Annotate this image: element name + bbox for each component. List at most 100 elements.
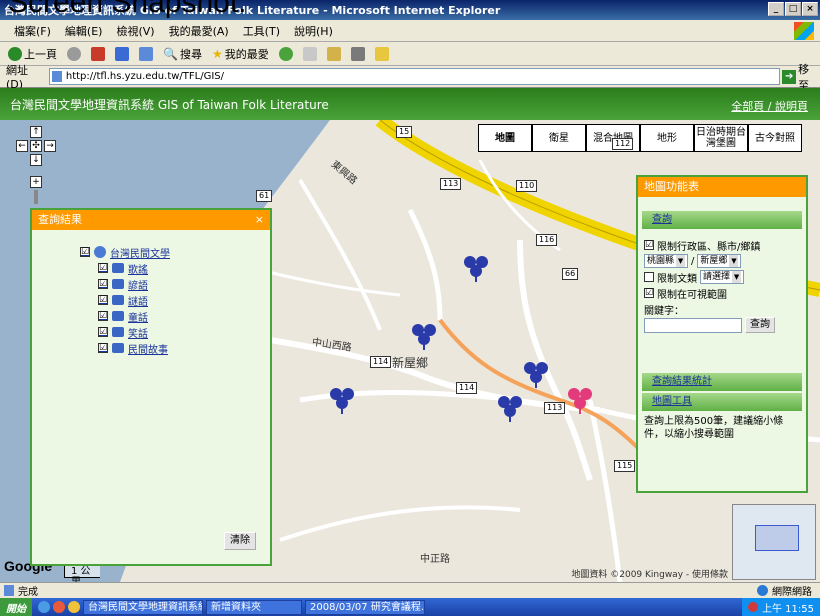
media-icon[interactable] [278, 46, 293, 61]
search-button[interactable]: 🔍 搜尋 [163, 46, 202, 62]
clear-button[interactable]: 清除 [224, 532, 256, 550]
tree-item-label[interactable]: 諺語 [128, 277, 148, 292]
clover-marker-2[interactable] [412, 324, 436, 350]
chevron-down-icon: ▼ [729, 255, 739, 267]
tray-icon[interactable] [748, 602, 758, 612]
zoom-slider[interactable] [34, 190, 38, 204]
road-shield-114b: 114 [456, 382, 478, 394]
print-icon[interactable] [350, 46, 365, 61]
overview-minimap[interactable] [732, 504, 816, 580]
minimap-viewport[interactable] [755, 525, 799, 551]
minimize-button[interactable]: _ [768, 2, 784, 16]
mail-icon[interactable] [326, 46, 341, 61]
pan-right-button[interactable]: → [44, 140, 56, 152]
site-links[interactable]: 全部頁 / 說明頁 [731, 98, 808, 114]
folder-icon[interactable] [374, 46, 389, 61]
clover-marker-4[interactable] [524, 362, 548, 388]
clover-marker-3[interactable] [330, 388, 354, 414]
tree-item-fairytale[interactable]: ☑ 童話 [98, 308, 170, 324]
start-button[interactable]: 開始 [0, 598, 32, 616]
limit-genre-checkbox[interactable] [644, 272, 654, 282]
chevron-down-icon: ▼ [732, 271, 742, 283]
tree-item-label[interactable]: 歌謠 [128, 261, 148, 276]
road-shield-114: 114 [370, 356, 392, 368]
tree-item-proverb[interactable]: ☑ 諺語 [98, 276, 170, 292]
clover-marker-1[interactable] [464, 256, 488, 282]
limit-region-label: 限制行政區、縣市/鄉鎮 [657, 241, 761, 253]
menu-favorites[interactable]: 我的最愛(A) [169, 23, 229, 39]
refresh-icon[interactable] [115, 46, 129, 61]
road-shield-61: 61 [256, 190, 273, 202]
task-folder[interactable]: 新增資料夾 [206, 599, 302, 615]
favorites-button[interactable]: ★ 我的最愛 [212, 46, 269, 62]
item-checkbox[interactable]: ☑ [98, 311, 108, 321]
township-select[interactable]: 新屋鄉 ▼ [697, 254, 742, 268]
menu-view[interactable]: 檢視(V) [116, 23, 154, 39]
history-icon[interactable] [302, 46, 317, 61]
forward-arrow-icon[interactable] [67, 46, 81, 61]
status-text: 完成 [18, 587, 38, 598]
stop-icon[interactable] [91, 46, 105, 61]
keyword-input[interactable] [644, 317, 742, 333]
county-select[interactable]: 桃園縣 ▼ [644, 254, 689, 268]
item-checkbox[interactable]: ☑ [98, 263, 108, 273]
item-checkbox[interactable]: ☑ [98, 279, 108, 289]
result-panel-close-button[interactable]: × [255, 210, 264, 230]
root-checkbox[interactable]: ☑ [80, 247, 90, 257]
go-arrow-icon: ➔ [782, 69, 797, 84]
map-type-map[interactable]: 地圖 [478, 124, 532, 152]
pan-left-button[interactable]: ← [16, 140, 28, 152]
map-type-terrain[interactable]: 地形 [640, 124, 694, 152]
zoom-in-button[interactable]: + [30, 176, 42, 188]
menu-tools[interactable]: 工具(T) [243, 23, 280, 39]
quicklaunch-ie-icon[interactable] [38, 601, 50, 613]
category-icon [112, 279, 124, 289]
pan-center-button[interactable]: ✣ [30, 140, 42, 152]
close-button[interactable]: × [802, 2, 818, 16]
back-button[interactable]: 上一頁 [8, 46, 57, 62]
pan-down-button[interactable]: ↓ [30, 154, 42, 166]
road-shield-15: 15 [396, 126, 413, 138]
tree-item-label[interactable]: 民間故事 [128, 341, 168, 356]
menu-help[interactable]: 說明(H) [294, 23, 333, 39]
map-type-japanese-era[interactable]: 日治時期台灣堡圖 [694, 124, 748, 152]
item-checkbox[interactable]: ☑ [98, 327, 108, 337]
task-browser[interactable]: 台灣民間文學地理資訊系統 [83, 599, 203, 615]
home-icon[interactable] [139, 46, 153, 61]
menu-edit[interactable]: 編輯(E) [65, 23, 103, 39]
road-shield-110: 110 [516, 180, 538, 192]
tools-section-header[interactable]: 地圖工具 [642, 393, 802, 411]
maximize-button[interactable]: □ [785, 2, 801, 16]
item-checkbox[interactable]: ☑ [98, 343, 108, 353]
result-panel-header: 查詢結果 × [32, 210, 270, 230]
stats-section-header[interactable]: 查詢結果統計 [642, 373, 802, 391]
limit-region-checkbox[interactable]: ☑ [644, 240, 654, 250]
tree-root[interactable]: ☑ 台灣民間文學 [80, 244, 170, 260]
tree-item-ballad[interactable]: ☑ 歌謠 [98, 260, 170, 276]
tree-item-label[interactable]: 童話 [128, 309, 148, 324]
quicklaunch-folder-icon[interactable] [68, 601, 80, 613]
tree-item-riddle[interactable]: ☑ 謎語 [98, 292, 170, 308]
menu-file[interactable]: 檔案(F) [14, 23, 51, 39]
tree-item-label[interactable]: 笑話 [128, 325, 148, 340]
pan-up-button[interactable]: ↑ [30, 126, 42, 138]
tree-item-joke[interactable]: ☑ 笑話 [98, 324, 170, 340]
tree-item-label[interactable]: 謎語 [128, 293, 148, 308]
map-tools-panel: 地圖功能表 查詢 ☑ 限制行政區、縣市/鄉鎮 桃園縣 ▼ / 新屋鄉 ▼ 限制文類 … [636, 175, 808, 493]
map-type-satellite[interactable]: 衛星 [532, 124, 586, 152]
map-type-compare[interactable]: 古今對照 [748, 124, 802, 152]
globe-icon [757, 585, 768, 596]
address-input[interactable]: http://tfl.hs.yzu.edu.tw/TFL/GIS/ [48, 68, 781, 85]
tree-root-label[interactable]: 台灣民間文學 [110, 245, 170, 260]
quicklaunch-app-icon[interactable] [53, 601, 65, 613]
tree-item-folktale[interactable]: ☑ 民間故事 [98, 340, 170, 356]
browser-toolbar: 上一頁 🔍 搜尋 ★ 我的最愛 [0, 42, 820, 66]
item-checkbox[interactable]: ☑ [98, 295, 108, 305]
query-button[interactable]: 查詢 [745, 317, 775, 333]
search-section-header[interactable]: 查詢 [642, 211, 802, 229]
limit-visible-checkbox[interactable]: ☑ [644, 288, 654, 298]
genre-select[interactable]: 請選擇 ▼ [700, 270, 745, 284]
system-tray: 上午 11:55 [742, 598, 820, 616]
search-label: 搜尋 [179, 47, 202, 61]
task-ppt[interactable]: 2008/03/07 研究會議程.ppt [305, 599, 425, 615]
